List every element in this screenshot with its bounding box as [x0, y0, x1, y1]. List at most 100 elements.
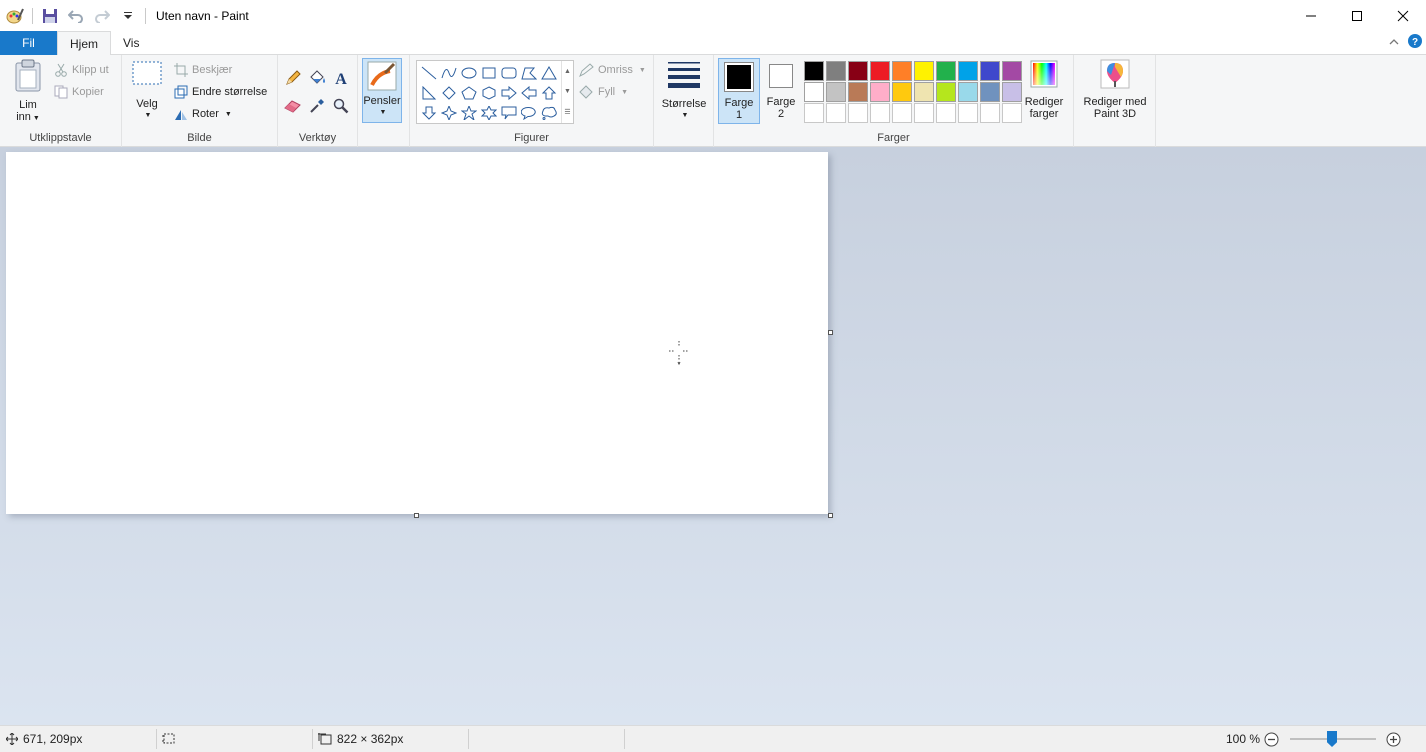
fill-button[interactable]: Fyll ▼	[578, 82, 628, 102]
six-point-star-shape-icon[interactable]	[479, 103, 499, 123]
palette-color-swatch[interactable]	[826, 82, 846, 102]
undo-icon[interactable]	[65, 5, 87, 27]
palette-color-swatch[interactable]	[848, 61, 868, 81]
text-icon[interactable]: A	[330, 67, 352, 89]
custom-color-slot[interactable]	[892, 103, 912, 123]
magnifier-icon[interactable]	[330, 95, 352, 117]
resize-button[interactable]: Endre størrelse	[174, 82, 267, 102]
palette-color-swatch[interactable]	[958, 82, 978, 102]
edit-colors-button[interactable]: Rediger farger	[1020, 59, 1068, 120]
four-point-star-shape-icon[interactable]	[439, 103, 459, 123]
down-arrow-shape-icon[interactable]	[419, 103, 439, 123]
size-group: Størrelse ▼	[654, 55, 714, 147]
tab-view[interactable]: Vis	[111, 31, 151, 55]
customize-toolbar-icon[interactable]	[117, 5, 139, 27]
palette-color-swatch[interactable]	[826, 61, 846, 81]
gallery-scroll-down-icon[interactable]: ▼	[564, 88, 571, 95]
drawing-canvas[interactable]	[6, 152, 828, 514]
custom-color-slot[interactable]	[826, 103, 846, 123]
fill-bucket-icon[interactable]	[306, 67, 328, 89]
palette-color-swatch[interactable]	[892, 82, 912, 102]
custom-color-slot[interactable]	[870, 103, 890, 123]
crop-button[interactable]: Beskjær	[174, 60, 232, 80]
palette-color-swatch[interactable]	[914, 61, 934, 81]
brushes-button[interactable]: Pensler ▼	[362, 58, 402, 123]
maximize-button[interactable]	[1334, 0, 1380, 31]
palette-color-swatch[interactable]	[936, 61, 956, 81]
five-point-star-shape-icon[interactable]	[459, 103, 479, 123]
resize-handle-corner[interactable]	[828, 513, 833, 518]
palette-color-swatch[interactable]	[936, 82, 956, 102]
pentagon-shape-icon[interactable]	[459, 83, 479, 103]
color1-button[interactable]: Farge 1	[718, 58, 760, 124]
resize-handle-right[interactable]	[828, 330, 833, 335]
custom-color-slot[interactable]	[936, 103, 956, 123]
palette-color-swatch[interactable]	[870, 82, 890, 102]
palette-color-swatch[interactable]	[1002, 61, 1022, 81]
palette-color-swatch[interactable]	[958, 61, 978, 81]
palette-color-swatch[interactable]	[848, 82, 868, 102]
cut-button[interactable]: Klipp ut	[54, 60, 109, 80]
palette-color-swatch[interactable]	[892, 61, 912, 81]
palette-color-swatch[interactable]	[870, 61, 890, 81]
save-icon[interactable]	[39, 5, 61, 27]
paint-app-icon[interactable]	[4, 5, 26, 27]
copy-button[interactable]: Kopier	[54, 82, 104, 102]
up-arrow-shape-icon[interactable]	[539, 83, 559, 103]
zoom-in-button[interactable]	[1386, 726, 1401, 752]
custom-color-slot[interactable]	[980, 103, 1000, 123]
gallery-scroll-up-icon[interactable]: ▲	[564, 68, 571, 75]
cloud-callout-shape-icon[interactable]	[539, 103, 559, 123]
rounded-rectangle-shape-icon[interactable]	[499, 63, 519, 83]
rotate-button[interactable]: Roter ▼	[174, 104, 232, 124]
tab-home[interactable]: Hjem	[57, 31, 112, 56]
zoom-out-button[interactable]	[1264, 726, 1279, 752]
help-icon[interactable]: ?	[1408, 34, 1422, 51]
redo-icon[interactable]	[91, 5, 113, 27]
curve-shape-icon[interactable]	[439, 63, 459, 83]
palette-color-swatch[interactable]	[980, 61, 1000, 81]
outline-button[interactable]: Omriss ▼	[578, 60, 646, 80]
close-button[interactable]	[1380, 0, 1426, 31]
right-triangle-shape-icon[interactable]	[419, 83, 439, 103]
gallery-expand-icon[interactable]: ☰	[564, 108, 570, 116]
paste-button[interactable]: Lim inn ▼	[10, 59, 46, 125]
palette-color-swatch[interactable]	[980, 82, 1000, 102]
line-shape-icon[interactable]	[419, 63, 439, 83]
oval-shape-icon[interactable]	[459, 63, 479, 83]
right-arrow-shape-icon[interactable]	[499, 83, 519, 103]
rectangle-shape-icon[interactable]	[479, 63, 499, 83]
color-picker-icon[interactable]	[306, 95, 328, 117]
selection-size	[162, 726, 176, 752]
palette-color-swatch[interactable]	[914, 82, 934, 102]
color2-button[interactable]: Farge 2	[762, 58, 800, 120]
window-title: Uten navn - Paint	[156, 8, 249, 23]
eraser-icon[interactable]	[282, 95, 304, 117]
custom-color-slot[interactable]	[804, 103, 824, 123]
triangle-shape-icon[interactable]	[539, 63, 559, 83]
oval-callout-shape-icon[interactable]	[519, 103, 539, 123]
custom-color-slot[interactable]	[848, 103, 868, 123]
palette-color-swatch[interactable]	[1002, 82, 1022, 102]
collapse-ribbon-icon[interactable]	[1388, 36, 1400, 50]
custom-color-slot[interactable]	[1002, 103, 1022, 123]
diamond-shape-icon[interactable]	[439, 83, 459, 103]
zoom-slider-thumb[interactable]	[1327, 731, 1337, 747]
select-button[interactable]: Velg ▼	[130, 59, 164, 122]
zoom-slider[interactable]	[1288, 726, 1378, 752]
custom-color-slot[interactable]	[914, 103, 934, 123]
custom-color-slot[interactable]	[958, 103, 978, 123]
resize-handle-bottom[interactable]	[414, 513, 419, 518]
hexagon-shape-icon[interactable]	[479, 83, 499, 103]
palette-color-swatch[interactable]	[804, 61, 824, 81]
polygon-shape-icon[interactable]	[519, 63, 539, 83]
tab-file[interactable]: Fil	[0, 31, 57, 55]
shapes-gallery: ▲ ▼ ☰	[416, 60, 574, 124]
edit-with-paint3d-button[interactable]: Rediger med Paint 3D	[1076, 59, 1154, 120]
pencil-icon[interactable]	[282, 67, 304, 89]
minimize-button[interactable]	[1288, 0, 1334, 31]
rectangle-callout-shape-icon[interactable]	[499, 103, 519, 123]
left-arrow-shape-icon[interactable]	[519, 83, 539, 103]
size-button[interactable]: Størrelse ▼	[658, 59, 710, 122]
palette-color-swatch[interactable]	[804, 82, 824, 102]
